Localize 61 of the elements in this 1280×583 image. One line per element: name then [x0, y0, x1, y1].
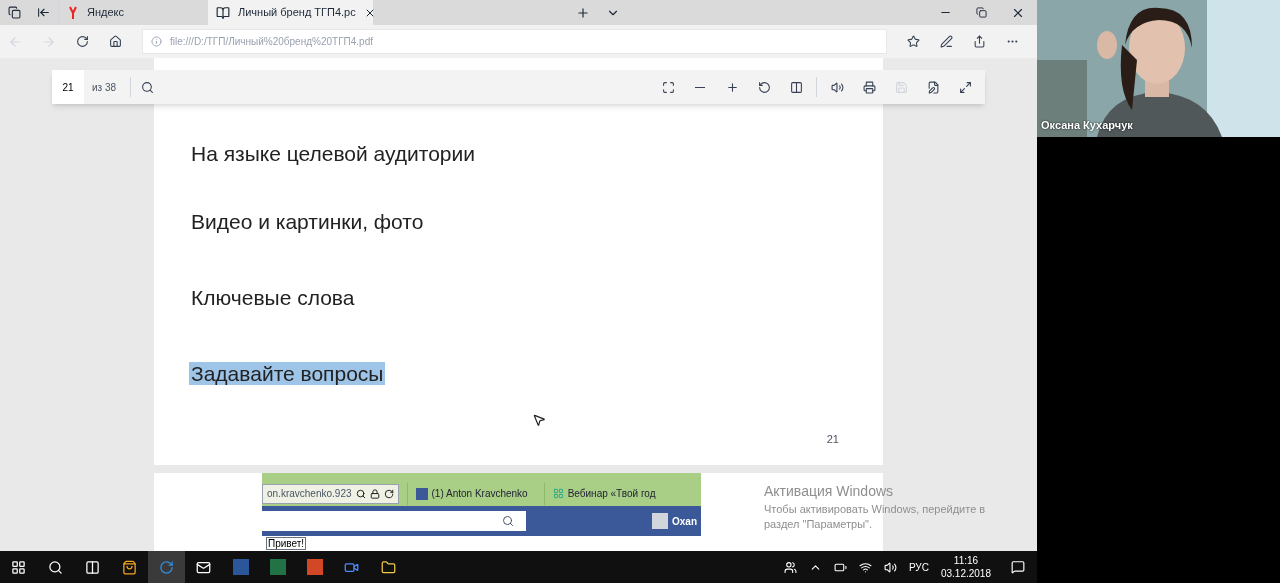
pen-icon[interactable] — [940, 35, 953, 48]
url-text: on.kravchenko.923 — [267, 487, 352, 501]
refresh-icon[interactable] — [76, 35, 89, 48]
grid-icon — [552, 488, 564, 499]
page-field[interactable]: 21 — [52, 70, 84, 104]
page-number: 21 — [826, 431, 839, 447]
tabs-icon[interactable] — [8, 6, 21, 19]
greeting-text: Привет! — [266, 537, 307, 550]
home-icon[interactable] — [109, 35, 122, 48]
tab-title: Яндекс — [87, 5, 124, 21]
document-icon — [216, 5, 230, 20]
share-icon[interactable] — [973, 35, 986, 48]
cursor-icon — [532, 413, 546, 427]
people-icon[interactable] — [783, 560, 797, 574]
restore-icon[interactable] — [976, 7, 987, 18]
activation-text: Чтобы активировать Windows, перейдите в раздел "Параметры". — [764, 502, 987, 532]
new-tab-icon[interactable] — [576, 5, 590, 20]
task-view-icon — [85, 559, 100, 575]
url-text: file:///D:/ТГП/Личный%20бренд%20ТГП4.pdf — [170, 35, 373, 49]
rotate-icon — [757, 80, 771, 94]
clock[interactable]: 11:16 03.12.2018 — [940, 554, 991, 580]
user-name: Oxan — [672, 514, 697, 529]
minus-icon — [695, 86, 705, 88]
participant-name: Оксана Кухарчук — [1041, 117, 1133, 133]
page-count: из 38 — [91, 80, 118, 95]
favorites-icon[interactable] — [907, 35, 920, 48]
language-indicator[interactable]: РУС — [908, 559, 929, 575]
activation-title: Активация Windows — [764, 482, 895, 501]
shopping-bag-icon — [122, 559, 137, 575]
slide-text: Видео и картинки, фото — [190, 209, 425, 233]
y-letter-icon — [67, 4, 79, 21]
volume-icon[interactable] — [883, 560, 897, 574]
refresh-icon — [383, 488, 394, 499]
browser-tab[interactable]: Личный бренд ТГП4.pc — [208, 0, 373, 25]
plus-icon — [725, 80, 739, 94]
fit-page-icon — [661, 80, 675, 94]
tab-title: (1) Anton Kravchenko — [431, 487, 528, 501]
slide-text: На языке целевой аудитории — [190, 142, 476, 165]
tab-title: Личный бренд ТГП4.pc — [238, 5, 356, 21]
windows-icon — [11, 559, 26, 575]
notifications-icon[interactable] — [1011, 560, 1025, 574]
tab-title: Вебинар «Твой год — [567, 487, 656, 501]
printer-icon — [862, 80, 876, 94]
expand-icon — [958, 80, 972, 94]
set-aside-icon[interactable] — [37, 6, 50, 19]
two-pages-icon — [789, 80, 803, 94]
avatar-icon — [652, 513, 668, 529]
document-pen-icon — [926, 80, 940, 94]
slide-text: Задавайте вопросы — [189, 361, 386, 385]
mail-icon — [196, 559, 211, 575]
lock-icon — [369, 488, 380, 499]
search-icon — [502, 515, 514, 527]
slide-text: Ключевые слова — [190, 286, 356, 309]
search-icon — [48, 559, 63, 575]
search-icon — [355, 488, 366, 499]
save-icon — [894, 80, 908, 94]
wifi-icon[interactable] — [858, 560, 872, 574]
speaker-icon — [830, 80, 844, 94]
info-icon — [151, 36, 162, 47]
search-icon — [140, 80, 154, 94]
folder-icon — [381, 559, 396, 575]
